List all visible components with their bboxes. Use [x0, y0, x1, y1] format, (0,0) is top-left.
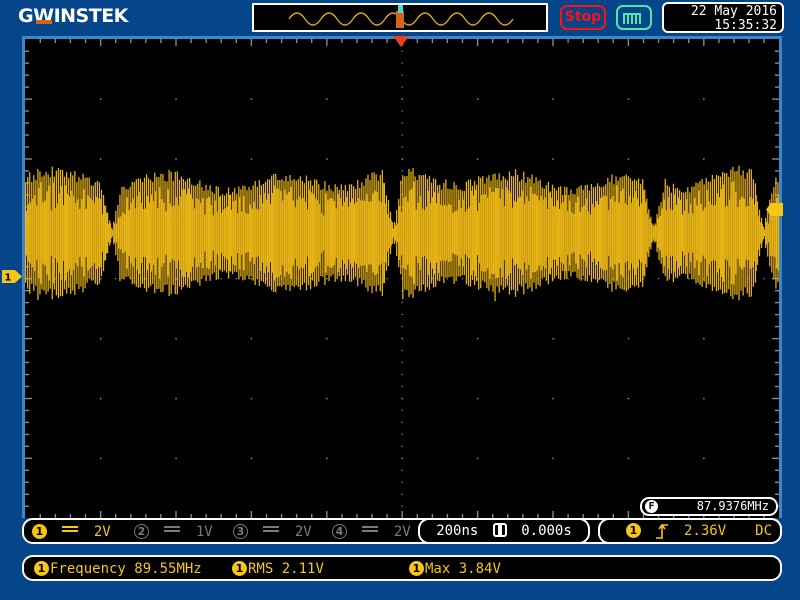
- channel-3-badge: 3: [233, 524, 248, 539]
- frequency-counter: F 87.9376MHz: [640, 497, 778, 516]
- channel-1-badge: 1: [32, 524, 47, 539]
- channel-4-coupling-icon: [362, 524, 379, 534]
- waveform-preview-icon: [288, 5, 514, 28]
- brand-logo: GWINSTEK: [18, 5, 158, 27]
- measurement-item-frequency[interactable]: 1 Frequency 89.55MHz: [34, 560, 202, 578]
- channel-3-coupling-icon: [263, 524, 280, 534]
- channel-4-status[interactable]: 4 2V: [332, 523, 411, 541]
- measurement-bar: 1 Frequency 89.55MHz 1 RMS 2.11V 1 Max 3.84…: [22, 555, 782, 581]
- frequency-counter-badge: F: [645, 500, 658, 513]
- channel-2-badge: 2: [134, 524, 149, 539]
- timebase-delay: 0.000s: [521, 523, 572, 539]
- horizontal-main-icon: [492, 523, 507, 537]
- measurement-value: 2.11V: [281, 561, 324, 577]
- measurement-source-badge: 1: [232, 561, 247, 576]
- rising-edge-icon: [654, 521, 670, 548]
- channel-2-scale: 1V: [195, 524, 213, 540]
- top-status-bar: GWINSTEK Stop 22 May 2016 15:35:32: [0, 0, 800, 34]
- measurement-item-rms[interactable]: 1 RMS 2.11V: [232, 560, 324, 578]
- channel1-ground-marker[interactable]: 1: [2, 269, 22, 284]
- waveform-graticule[interactable]: [22, 36, 782, 518]
- channel-4-scale: 2V: [393, 524, 411, 540]
- timebase-scale: 200ns: [436, 523, 479, 539]
- trigger-coupling: DC: [755, 523, 772, 539]
- channel-2-status[interactable]: 2 1V: [134, 523, 213, 541]
- date-text: 22 May 2016: [690, 4, 777, 19]
- measurement-label: RMS: [248, 561, 274, 577]
- channel-3-scale: 2V: [294, 524, 312, 540]
- trigger-source-badge: 1: [626, 523, 641, 538]
- frequency-counter-value: 87.9376MHz: [696, 499, 769, 513]
- date-time-display: 22 May 2016 15:35:32: [662, 2, 784, 33]
- channel1-waveform: [25, 165, 779, 302]
- channel-4-badge: 4: [332, 524, 347, 539]
- measurement-item-max[interactable]: 1 Max 3.84V: [409, 560, 501, 578]
- waveform-preview-panel[interactable]: [252, 3, 548, 32]
- logo-text-suffix: INSTEK: [53, 5, 129, 27]
- channel-1-scale: 2V: [93, 524, 111, 540]
- trigger-level-arrow[interactable]: [766, 202, 783, 217]
- channel-1-status[interactable]: 1 2V: [32, 523, 111, 541]
- time-text: 15:35:32: [714, 18, 777, 33]
- run-stop-status[interactable]: Stop: [560, 5, 606, 30]
- channel-3-status[interactable]: 3 2V: [233, 523, 312, 541]
- channel-1-coupling-icon: [62, 524, 79, 534]
- logo-letter-w: W: [33, 5, 54, 27]
- measurement-value: 89.55MHz: [134, 561, 202, 577]
- measurement-label: Frequency: [50, 561, 126, 577]
- measurement-source-badge: 1: [409, 561, 424, 576]
- logo-text-prefix: G: [18, 5, 34, 27]
- trigger-position-arrow[interactable]: [393, 36, 409, 47]
- measurement-source-badge: 1: [34, 561, 49, 576]
- oscilloscope-screen: GWINSTEK Stop 22 May 2016 15:35:32 1 F 8…: [0, 0, 800, 600]
- trigger-level-value: 2.36V: [684, 523, 727, 539]
- trigger-status[interactable]: 1 2.36V DC: [598, 518, 782, 544]
- measurement-value: 3.84V: [458, 561, 501, 577]
- timebase-status[interactable]: 200ns 0.000s: [418, 518, 590, 544]
- trigger-mode-icon[interactable]: [616, 5, 652, 30]
- pulse-square-icon: [623, 13, 641, 24]
- measurement-label: Max: [425, 561, 451, 577]
- svg-text:1: 1: [5, 273, 12, 284]
- channel-2-coupling-icon: [164, 524, 181, 534]
